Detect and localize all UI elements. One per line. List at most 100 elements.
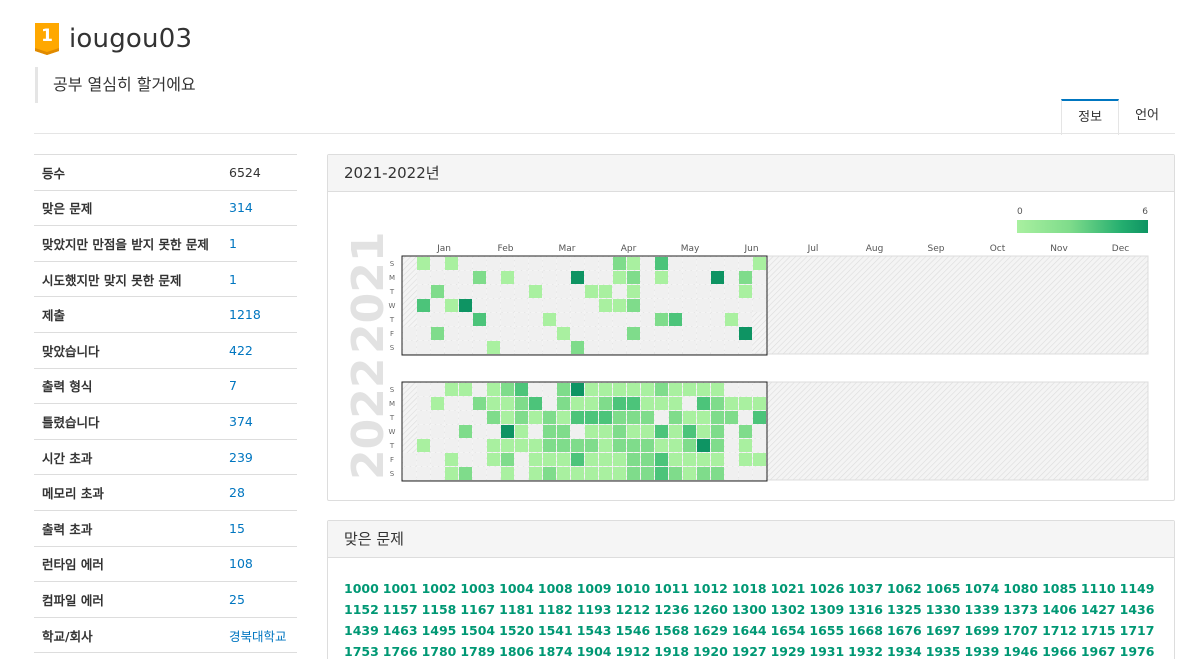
heatmap-day-cell[interactable] <box>641 341 654 354</box>
heatmap-day-cell[interactable] <box>459 397 472 410</box>
heatmap-day-cell[interactable] <box>613 453 626 466</box>
stat-value[interactable]: 239 <box>229 450 253 465</box>
heatmap-day-cell[interactable] <box>557 313 570 326</box>
heatmap-day-cell[interactable] <box>585 271 598 284</box>
heatmap-day-cell[interactable] <box>487 411 500 424</box>
heatmap-day-cell[interactable] <box>501 439 514 452</box>
problem-link[interactable]: 1966 <box>1042 644 1077 659</box>
heatmap-day-cell[interactable] <box>487 257 500 270</box>
heatmap-day-cell[interactable] <box>627 383 640 396</box>
problem-link[interactable]: 1463 <box>383 623 418 638</box>
stat-value[interactable]: 374 <box>229 414 253 429</box>
heatmap-day-cell[interactable] <box>529 341 542 354</box>
problem-link[interactable]: 1918 <box>654 644 689 659</box>
heatmap-day-cell[interactable] <box>585 285 598 298</box>
heatmap-day-cell[interactable] <box>669 271 682 284</box>
heatmap-day-cell[interactable] <box>529 439 542 452</box>
heatmap-day-cell[interactable] <box>487 453 500 466</box>
heatmap-day-cell[interactable] <box>613 341 626 354</box>
heatmap-day-cell[interactable] <box>613 411 626 424</box>
heatmap-day-cell[interactable] <box>599 313 612 326</box>
heatmap-day-cell[interactable] <box>697 299 710 312</box>
heatmap-day-cell[interactable] <box>627 397 640 410</box>
heatmap-day-cell[interactable] <box>473 439 486 452</box>
heatmap-day-cell[interactable] <box>459 341 472 354</box>
problem-link[interactable]: 1302 <box>771 602 806 617</box>
heatmap-day-cell[interactable] <box>473 425 486 438</box>
heatmap-day-cell[interactable] <box>753 299 766 312</box>
heatmap-day-cell[interactable] <box>473 313 486 326</box>
heatmap-day-cell[interactable] <box>711 411 724 424</box>
heatmap-day-cell[interactable] <box>445 453 458 466</box>
heatmap-day-cell[interactable] <box>445 313 458 326</box>
heatmap-day-cell[interactable] <box>599 425 612 438</box>
heatmap-day-cell[interactable] <box>725 257 738 270</box>
heatmap-day-cell[interactable] <box>711 439 724 452</box>
heatmap-day-cell[interactable] <box>557 285 570 298</box>
heatmap-day-cell[interactable] <box>585 327 598 340</box>
heatmap-day-cell[interactable] <box>725 383 738 396</box>
heatmap-day-cell[interactable] <box>599 453 612 466</box>
heatmap-day-cell[interactable] <box>557 439 570 452</box>
heatmap-day-cell[interactable] <box>445 299 458 312</box>
heatmap-day-cell[interactable] <box>711 285 724 298</box>
heatmap-day-cell[interactable] <box>445 257 458 270</box>
heatmap-day-cell[interactable] <box>529 299 542 312</box>
heatmap-day-cell[interactable] <box>641 313 654 326</box>
heatmap-day-cell[interactable] <box>557 341 570 354</box>
heatmap-day-cell[interactable] <box>501 425 514 438</box>
heatmap-day-cell[interactable] <box>711 327 724 340</box>
heatmap-day-cell[interactable] <box>697 425 710 438</box>
problem-link[interactable]: 1158 <box>422 602 457 617</box>
heatmap-day-cell[interactable] <box>669 327 682 340</box>
heatmap-day-cell[interactable] <box>655 341 668 354</box>
problem-link[interactable]: 1436 <box>1120 602 1155 617</box>
heatmap-day-cell[interactable] <box>627 439 640 452</box>
problem-link[interactable]: 1904 <box>577 644 612 659</box>
heatmap-day-cell[interactable] <box>529 411 542 424</box>
heatmap-day-cell[interactable] <box>585 313 598 326</box>
heatmap-day-cell[interactable] <box>431 425 444 438</box>
heatmap-day-cell[interactable] <box>669 313 682 326</box>
heatmap-day-cell[interactable] <box>557 467 570 480</box>
heatmap-day-cell[interactable] <box>459 257 472 270</box>
heatmap-day-cell[interactable] <box>515 397 528 410</box>
problem-link[interactable]: 1260 <box>693 602 728 617</box>
heatmap-day-cell[interactable] <box>431 285 444 298</box>
heatmap-day-cell[interactable] <box>417 397 430 410</box>
heatmap-day-cell[interactable] <box>403 467 416 480</box>
heatmap-day-cell[interactable] <box>487 467 500 480</box>
heatmap-day-cell[interactable] <box>641 397 654 410</box>
heatmap-day-cell[interactable] <box>739 341 752 354</box>
heatmap-day-cell[interactable] <box>515 299 528 312</box>
heatmap-day-cell[interactable] <box>613 257 626 270</box>
problem-link[interactable]: 1546 <box>615 623 650 638</box>
problem-link[interactable]: 1236 <box>654 602 689 617</box>
heatmap-day-cell[interactable] <box>613 383 626 396</box>
problem-link[interactable]: 1339 <box>965 602 1000 617</box>
heatmap-day-cell[interactable] <box>641 271 654 284</box>
heatmap-day-cell[interactable] <box>445 411 458 424</box>
heatmap-day-cell[interactable] <box>627 257 640 270</box>
heatmap-day-cell[interactable] <box>501 271 514 284</box>
heatmap-day-cell[interactable] <box>459 327 472 340</box>
problem-link[interactable]: 1654 <box>771 623 806 638</box>
heatmap-day-cell[interactable] <box>655 467 668 480</box>
heatmap-day-cell[interactable] <box>641 285 654 298</box>
problem-link[interactable]: 1427 <box>1081 602 1116 617</box>
heatmap-day-cell[interactable] <box>543 313 556 326</box>
heatmap-day-cell[interactable] <box>501 467 514 480</box>
problem-link[interactable]: 1330 <box>926 602 961 617</box>
heatmap-day-cell[interactable] <box>655 383 668 396</box>
problem-link[interactable]: 1707 <box>1003 623 1038 638</box>
heatmap-day-cell[interactable] <box>585 257 598 270</box>
heatmap-day-cell[interactable] <box>557 383 570 396</box>
heatmap-day-cell[interactable] <box>753 439 766 452</box>
problem-link[interactable]: 1697 <box>926 623 961 638</box>
heatmap-day-cell[interactable] <box>543 439 556 452</box>
heatmap-day-cell[interactable] <box>543 271 556 284</box>
heatmap-day-cell[interactable] <box>711 271 724 284</box>
heatmap-day-cell[interactable] <box>515 271 528 284</box>
heatmap-day-cell[interactable] <box>669 257 682 270</box>
heatmap-day-cell[interactable] <box>683 313 696 326</box>
